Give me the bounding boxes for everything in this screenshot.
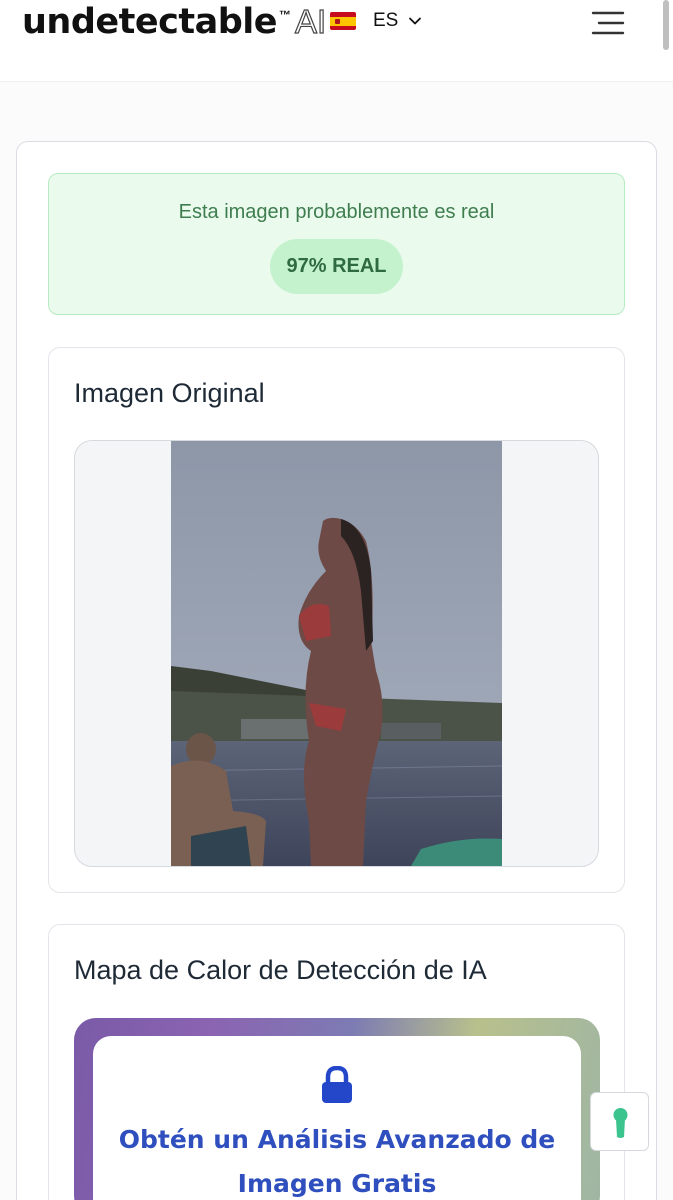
original-image-section: Imagen Original [48,347,625,893]
logo-wordmark: undetectable [22,2,277,42]
promo-gradient-frame: Obtén un Análisis Avanzado de Imagen Gra… [74,1018,600,1200]
logo-ai: AI [294,2,327,40]
result-score-badge: 97% REAL [270,239,403,294]
uploaded-photo [171,441,502,866]
scrollbar[interactable] [663,0,669,50]
hamburger-menu-icon[interactable] [590,6,626,38]
result-message: Esta imagen probablemente es real [178,201,495,223]
result-banner: Esta imagen probablemente es real 97% RE… [48,173,625,315]
promo-title[interactable]: Obtén un Análisis Avanzado de Imagen Gra… [113,1118,561,1200]
chevron-down-icon [409,17,422,25]
heatmap-section: Mapa de Calor de Detección de IA Obtén u… [48,924,625,1200]
language-selector[interactable]: ES [330,10,422,32]
section-title-original: Imagen Original [74,378,265,408]
top-header: undetectable ™ AI ES [0,0,673,82]
section-title-heatmap: Mapa de Calor de Detección de IA [74,955,487,985]
language-code: ES [373,10,399,31]
keyhole-icon [613,1108,628,1138]
lock-icon [322,1066,352,1103]
help-widget-button[interactable] [590,1092,649,1151]
promo-card[interactable]: Obtén un Análisis Avanzado de Imagen Gra… [93,1036,581,1200]
logo[interactable]: undetectable ™ AI [22,0,327,44]
image-frame [74,440,599,867]
logo-trademark: ™ [278,8,291,22]
spain-flag-icon [330,12,356,30]
